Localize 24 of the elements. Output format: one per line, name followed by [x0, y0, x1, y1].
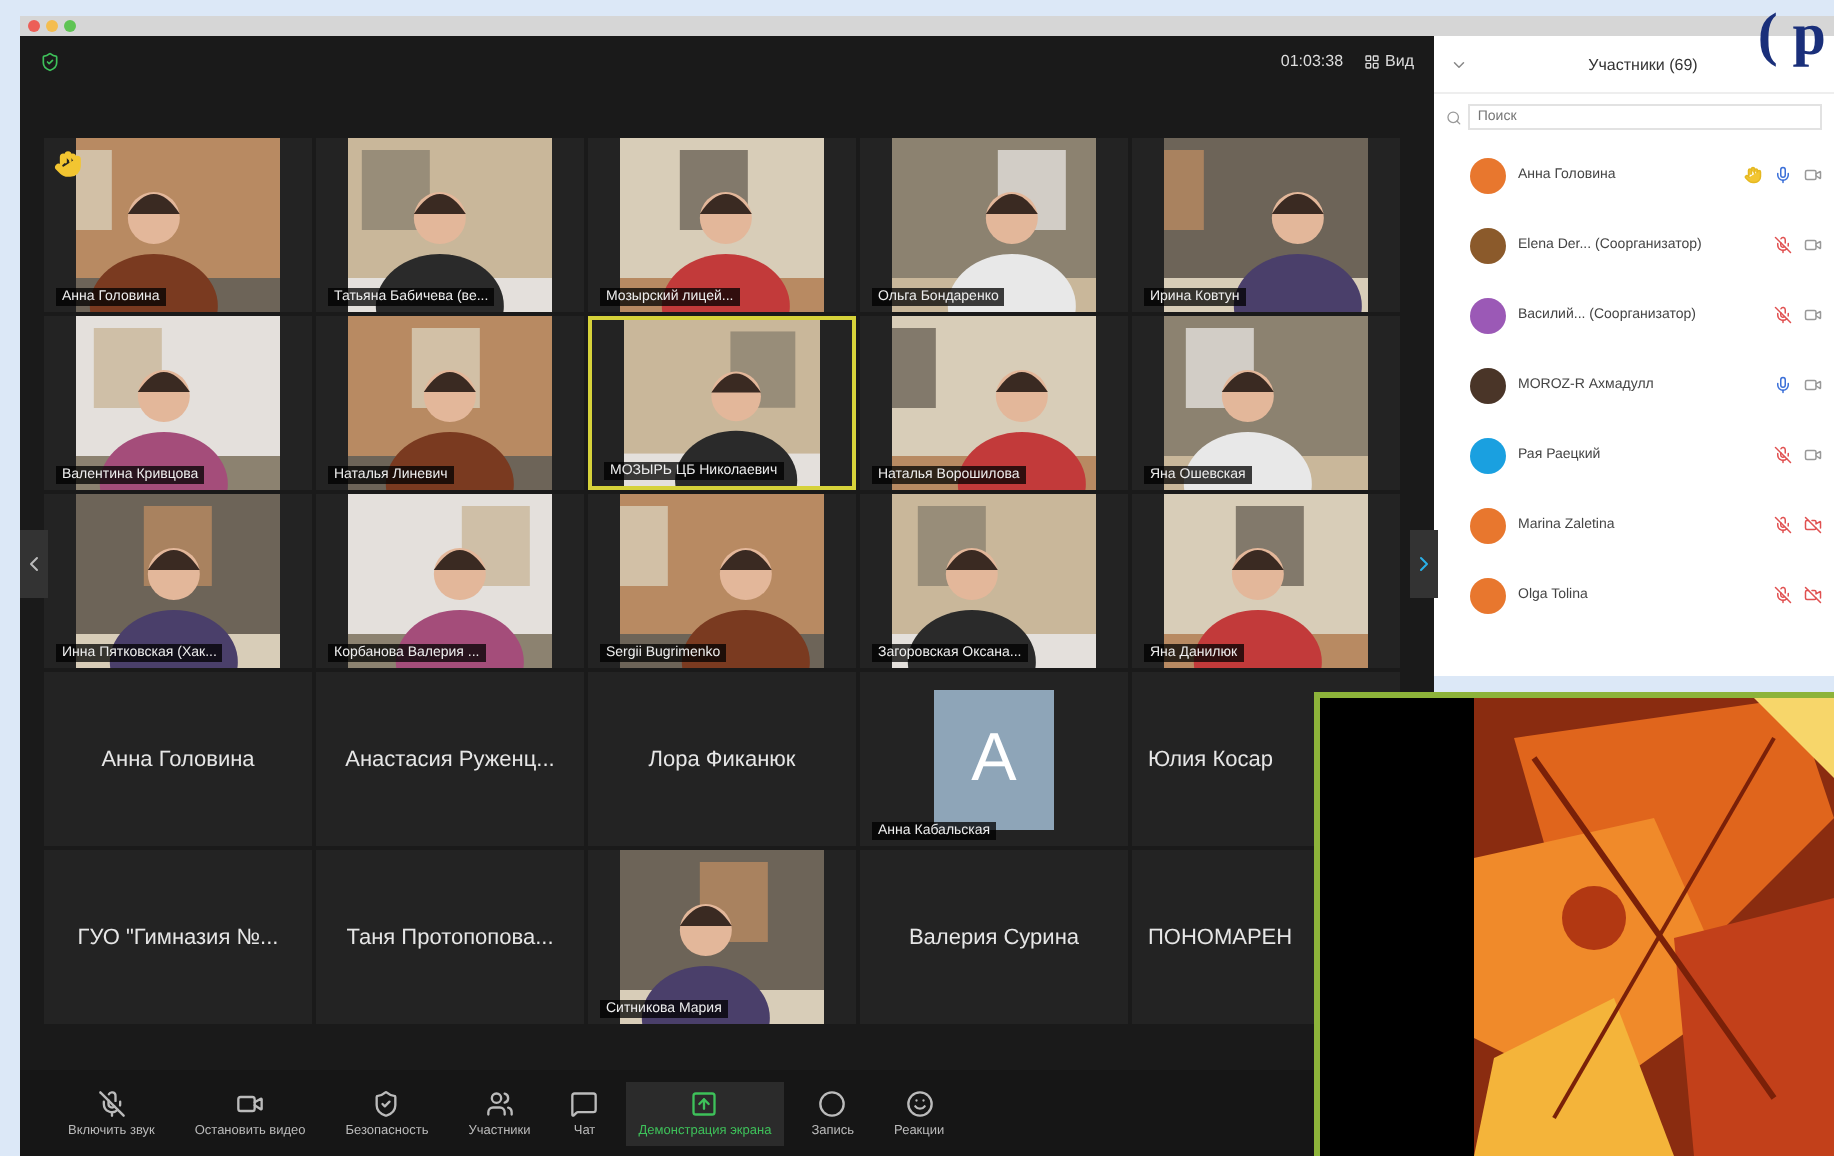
next-page-button[interactable]	[1410, 530, 1438, 598]
participant-name: Юлия Косар	[1148, 747, 1273, 771]
smiley-icon	[905, 1089, 934, 1117]
participant-name: ПОНОМАРЕН	[1148, 925, 1293, 949]
view-button[interactable]: Вид	[1363, 52, 1414, 70]
participant-name: Анастасия Руженц...	[345, 747, 555, 771]
people-icon	[485, 1089, 514, 1117]
panel-title: Участники (69)	[1588, 55, 1698, 73]
chat-icon	[570, 1089, 599, 1117]
participant-name: Анна Головина	[101, 747, 255, 771]
participant-name: Лора Фиканюк	[648, 747, 796, 771]
raised-hand-icon	[54, 150, 82, 178]
grid-icon	[1363, 53, 1380, 69]
share-screen-icon	[690, 1089, 719, 1117]
participant-name: Таня Протопопова...	[346, 925, 554, 949]
participant-name: ГУО "Гимназия №...	[77, 925, 279, 949]
previous-page-button[interactable]	[20, 530, 48, 598]
shield-icon	[372, 1089, 401, 1117]
search-icon	[1446, 109, 1462, 125]
slide-heading: ( р	[1757, 0, 1828, 72]
meeting-timer: 01:03:38	[1280, 52, 1344, 70]
record-icon	[818, 1089, 847, 1117]
participant-name: Валерия Сурина	[908, 925, 1080, 949]
shield-icon	[40, 52, 60, 72]
